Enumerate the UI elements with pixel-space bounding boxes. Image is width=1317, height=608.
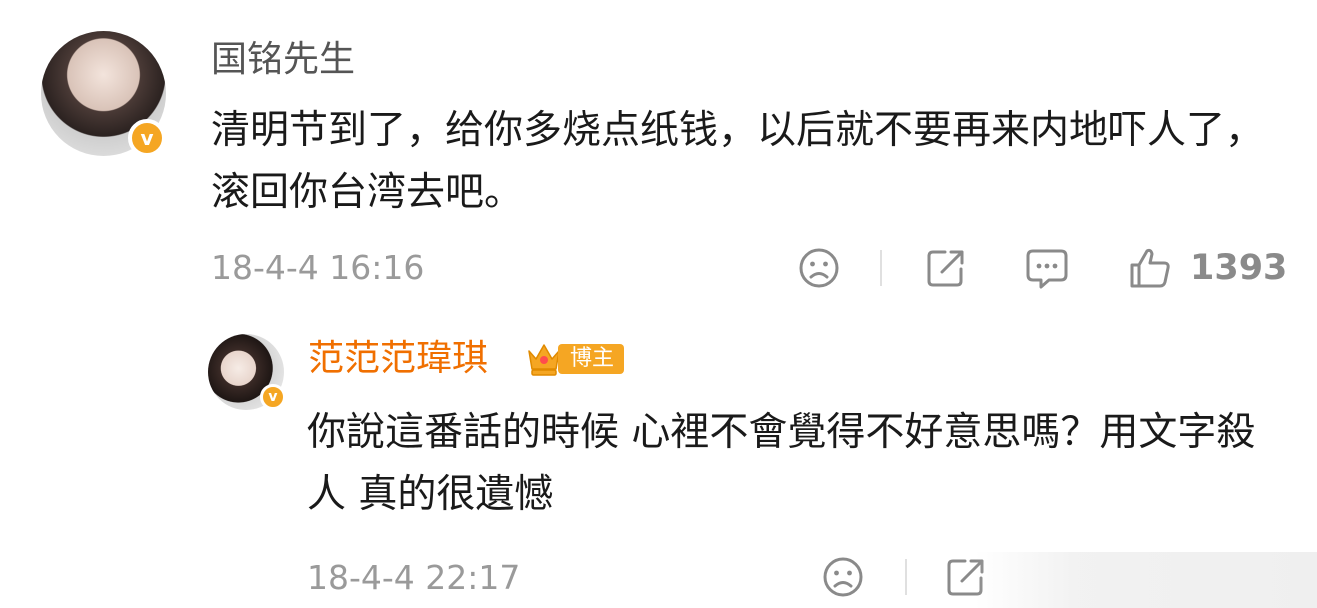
- crown-icon: [528, 344, 560, 376]
- share-icon[interactable]: [925, 247, 967, 289]
- comment-username[interactable]: 国铭先生: [211, 38, 355, 82]
- comment-text: 清明节到了，给你多烧点纸钱，以后就不要再来内地吓人了，滚回你台湾去吧。: [211, 108, 1265, 215]
- verified-badge-icon: v: [260, 384, 286, 410]
- action-divider: [905, 559, 907, 595]
- comment-timestamp: 18-4-4 16:16: [211, 248, 425, 287]
- reply-text: 你說這番話的時候 心裡不會覺得不好意思嗎？用文字殺人 真的很遺憾: [307, 410, 1256, 517]
- verified-badge-icon: v: [128, 119, 166, 157]
- frown-icon[interactable]: [798, 247, 840, 289]
- like-icon[interactable]: [1128, 246, 1172, 290]
- host-badge: 博主: [558, 344, 625, 374]
- reply-timestamp: 18-4-4 22:17: [307, 558, 521, 597]
- like-count: 1393: [1190, 248, 1288, 288]
- reply-username[interactable]: 范范范瑋琪: [308, 337, 488, 381]
- comment-icon[interactable]: [1025, 247, 1069, 291]
- action-divider: [880, 250, 882, 286]
- obscured-action-area: [975, 552, 1317, 608]
- frown-icon[interactable]: [822, 556, 864, 598]
